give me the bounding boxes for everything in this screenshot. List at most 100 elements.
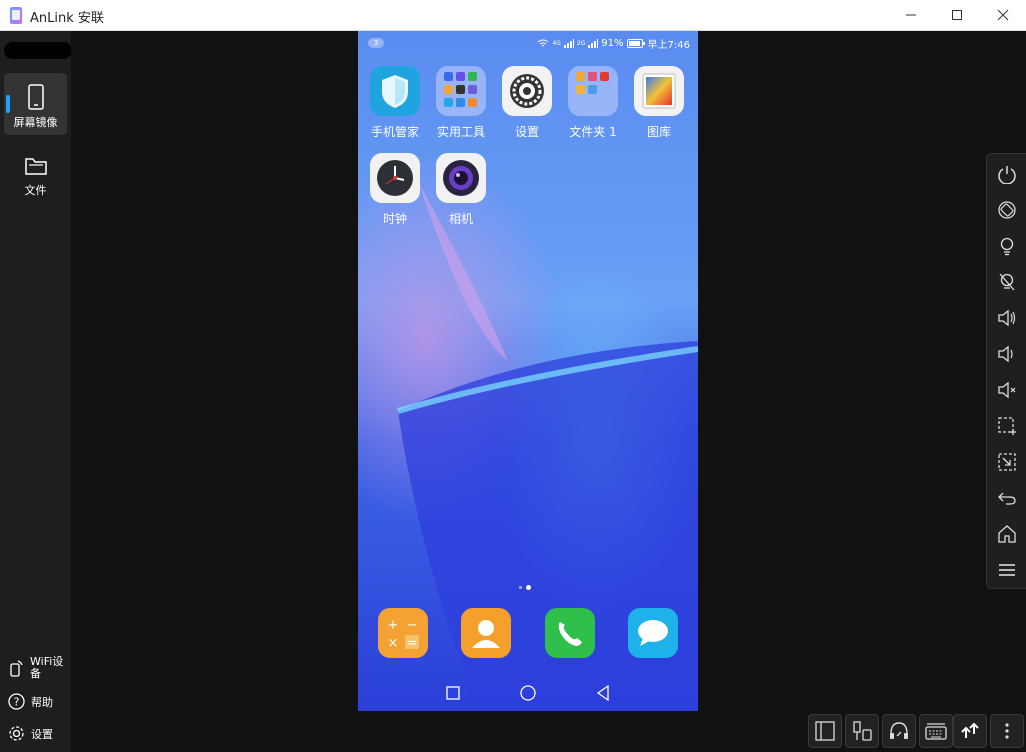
app-phone-manager[interactable]: 手机管家 (362, 66, 428, 140)
status-icons: 4G 2G 91% 早上7:46 (537, 36, 690, 51)
svg-text:−: − (407, 618, 418, 633)
page-dot-active (526, 585, 531, 590)
mute-icon (998, 381, 1016, 399)
help-button[interactable]: ? 帮助 (8, 693, 53, 710)
app-label: 设置 (514, 125, 539, 139)
maximize-button[interactable] (934, 0, 980, 30)
signal-label-1: 4G (552, 40, 561, 47)
page-dot (519, 586, 522, 589)
screenshot-region-icon (998, 417, 1016, 435)
svg-text:×: × (388, 636, 399, 651)
shrink-window-button[interactable] (996, 451, 1018, 473)
control-toolbar (986, 153, 1026, 589)
light-on-icon (1000, 237, 1014, 256)
settings-button[interactable]: 设置 (8, 725, 53, 742)
contacts-icon[interactable] (461, 608, 511, 658)
more-icon (1005, 723, 1009, 739)
keyboard-button[interactable] (919, 714, 953, 748)
anlink-logo-icon (10, 7, 22, 24)
app-clock[interactable]: 时钟 (362, 153, 428, 227)
app-tools-folder[interactable]: 实用工具 (428, 66, 494, 140)
calculator-icon[interactable]: + − × = (378, 608, 428, 658)
light-off-icon (999, 273, 1015, 291)
phone-icon (28, 84, 44, 110)
clock-icon (370, 153, 420, 203)
minimize-icon (906, 14, 916, 16)
svg-text:+: + (388, 618, 399, 633)
app-label: 手机管家 (370, 125, 419, 139)
menu-icon (999, 564, 1015, 576)
gallery-icon (634, 66, 684, 116)
notification-badge: 3 (368, 38, 384, 48)
app-label: 文件夹 1 (569, 125, 617, 139)
usb-button[interactable] (845, 714, 879, 748)
active-indicator (6, 95, 10, 113)
wifi-devices-label: WiFi设备 (30, 655, 64, 680)
folder-icon (25, 158, 47, 175)
phone-manager-icon (370, 66, 420, 116)
folder1-icon (568, 66, 618, 116)
app-label: 图库 (646, 125, 671, 139)
camera-icon (436, 153, 486, 203)
settings-label: 设置 (31, 727, 53, 741)
close-button[interactable] (980, 0, 1026, 30)
layout-button[interactable] (808, 714, 842, 748)
volume-down-icon (998, 345, 1013, 363)
rotate-icon (998, 201, 1016, 219)
phone-call-icon[interactable] (545, 608, 595, 658)
back-button[interactable] (596, 685, 610, 701)
phone-menu-button[interactable] (996, 559, 1018, 581)
account-name-redacted (4, 42, 72, 59)
page-indicator (519, 585, 531, 590)
home-button[interactable] (520, 685, 536, 701)
app-folder-1[interactable]: 文件夹 1 (560, 66, 626, 140)
usb-icon (853, 721, 872, 741)
maximize-icon (952, 10, 962, 20)
phone-screen[interactable]: 3 4G 2G 91% 早上7:46 手机管家 实用工具 设置 文件夹 1 图库… (358, 31, 698, 711)
screen-light-on-button[interactable] (996, 235, 1018, 257)
minimize-button[interactable] (888, 0, 934, 30)
phone-home-button[interactable] (996, 523, 1018, 545)
back-arrow-icon (998, 492, 1016, 505)
gear-icon (9, 726, 24, 741)
power-icon (998, 166, 1016, 184)
signal-icon (563, 39, 574, 48)
signal-label-2: 2G (576, 40, 586, 47)
tools-folder-icon (436, 66, 486, 116)
battery-percent: 91% (601, 38, 624, 49)
sidebar-item-files[interactable]: 文件 (4, 141, 67, 203)
close-icon (997, 9, 1009, 21)
screenshot-region-button[interactable] (996, 415, 1018, 437)
recent-apps-button[interactable] (446, 686, 460, 700)
status-bar: 3 4G 2G 91% 早上7:46 (358, 31, 698, 53)
home-icon (998, 525, 1016, 543)
sidebar: 屏幕镜像 文件 WiFi设备 ? 帮助 设置 (0, 31, 72, 752)
wifi-icon (538, 39, 549, 47)
app-camera[interactable]: 相机 (428, 153, 494, 227)
wifi-devices-button[interactable]: WiFi设备 (8, 656, 66, 680)
window-title: AnLink 安联 (30, 11, 104, 26)
layout-icon (815, 721, 835, 741)
transfer-button[interactable] (953, 714, 987, 748)
volume-up-button[interactable] (996, 307, 1018, 329)
messages-icon[interactable] (628, 608, 678, 658)
sidebar-item-screen-mirror[interactable]: 屏幕镜像 (4, 73, 67, 135)
app-gallery[interactable]: 图库 (626, 66, 692, 140)
screen-light-off-button[interactable] (996, 271, 1018, 293)
rotate-button[interactable] (996, 199, 1018, 221)
app-settings[interactable]: 设置 (494, 66, 560, 140)
app-label: 时钟 (382, 212, 407, 226)
more-button[interactable] (990, 714, 1024, 748)
settings-gear-icon (502, 66, 552, 116)
transfer-icon (961, 722, 979, 738)
audio-button[interactable] (882, 714, 916, 748)
mute-button[interactable] (996, 379, 1018, 401)
shrink-icon (998, 453, 1016, 471)
sidebar-item-label: 文件 (24, 184, 47, 197)
volume-down-button[interactable] (996, 343, 1018, 365)
signal-icon-2 (588, 39, 599, 48)
title-bar: AnLink 安联 (0, 0, 1026, 31)
help-icon: ? (8, 693, 25, 710)
power-button[interactable] (996, 163, 1018, 185)
phone-back-button[interactable] (996, 487, 1018, 509)
